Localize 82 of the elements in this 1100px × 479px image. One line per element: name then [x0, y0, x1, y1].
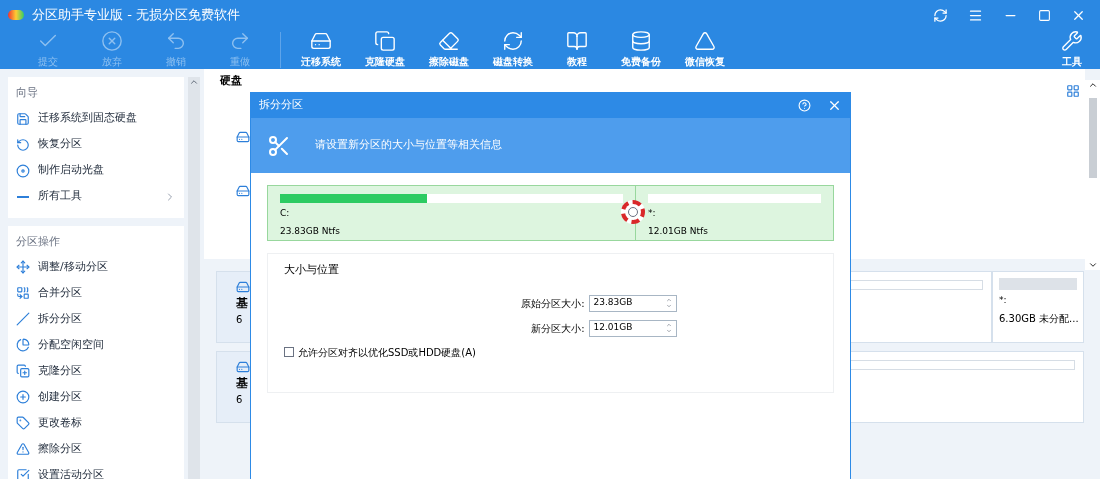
field-label: 新分区大小:: [530, 321, 585, 336]
toolbar-button[interactable]: 磁盘转换: [481, 30, 545, 69]
toolbar-button[interactable]: 擦除磁盘: [417, 30, 481, 69]
scroll-up-icon[interactable]: [189, 77, 199, 87]
dialog-title: 拆分分区: [259, 97, 304, 114]
partition-info: 12.01GB Ntfs: [648, 224, 709, 238]
toolbar-button[interactable]: 微信恢复: [673, 30, 737, 69]
group-title: 分区操作: [16, 233, 61, 250]
redo-icon: [229, 30, 251, 52]
sidebar-item[interactable]: 合并分区: [16, 280, 176, 306]
merge-icon: [16, 286, 30, 300]
copy-drives-icon: [374, 30, 396, 52]
group-title: 向导: [16, 85, 39, 101]
maximize-icon[interactable]: [1038, 8, 1051, 22]
menu-icon[interactable]: [968, 7, 983, 23]
partition-info: 6.30GB 未分配...: [999, 311, 1079, 326]
scrollbar[interactable]: [188, 77, 200, 479]
wrench-icon: [1061, 30, 1083, 52]
disk-size: 6: [236, 393, 244, 407]
undo-icon: [165, 30, 187, 52]
sidebar-item[interactable]: 制作启动光盘: [16, 157, 176, 184]
partition-letter: *:: [999, 294, 1007, 307]
size-spinbox[interactable]: 23.83GB: [588, 294, 677, 312]
sidebar-item[interactable]: 拆分分区: [16, 306, 176, 332]
sidebar-item[interactable]: 恢复分区: [16, 131, 176, 158]
help-icon[interactable]: [798, 99, 811, 112]
resize-icon: [16, 260, 30, 274]
clone-icon: [16, 364, 30, 378]
tools-button[interactable]: 工具: [1052, 30, 1092, 69]
close-icon[interactable]: [827, 98, 842, 113]
unallocated-card[interactable]: *: 6.30GB 未分配...: [992, 271, 1084, 343]
sidebar-item[interactable]: 创建分区: [16, 384, 176, 410]
align-checkbox[interactable]: 允许分区对齐以优化SSD或HDD硬盘(A): [284, 344, 817, 360]
sidebar-item[interactable]: 迁移系统到固态硬盘: [16, 105, 176, 132]
book-icon: [566, 30, 588, 52]
scroll-down-icon[interactable]: [1087, 260, 1098, 270]
convert-icon: [502, 30, 524, 52]
toolbar-button[interactable]: 教程: [545, 30, 609, 69]
sidebar-item[interactable]: 克隆分区: [16, 358, 176, 384]
banner-text: 请设置新分区的大小与位置等相关信息: [315, 137, 502, 154]
partition-letter: *:: [648, 207, 657, 220]
sidebar-item[interactable]: 所有工具: [16, 183, 176, 210]
section-title: 大小与位置: [284, 262, 340, 278]
grid-view-icon[interactable]: [1066, 84, 1080, 98]
pie-icon: [16, 338, 30, 352]
sidebar-item[interactable]: 调整/移动分区: [16, 254, 176, 280]
partition-letter: C:: [280, 207, 291, 220]
scroll-thumb[interactable]: [1088, 98, 1097, 178]
size-spinbox[interactable]: 12.01GB: [588, 319, 677, 337]
app-logo-icon: [8, 10, 24, 20]
window-title: 分区助手专业版 - 无损分区免费软件: [32, 6, 240, 25]
scrollbar[interactable]: [1085, 80, 1100, 270]
restore-icon: [16, 137, 30, 152]
toolbar-button[interactable]: 迁移系统: [289, 30, 353, 69]
cancel-icon: [101, 30, 123, 52]
disk-type: 基: [236, 295, 249, 312]
toolbar-button[interactable]: 克隆硬盘: [353, 30, 417, 69]
dash-icon: [17, 195, 29, 198]
partition-segment[interactable]: C: 23.83GB Ntfs: [268, 186, 636, 240]
sidebar-item[interactable]: 擦除分区: [16, 436, 176, 462]
partition-info: 23.83GB Ntfs: [280, 224, 341, 238]
check-box-icon: [16, 468, 30, 479]
tag-icon: [16, 416, 30, 430]
partition-segment[interactable]: *: 12.01GB Ntfs: [636, 186, 833, 240]
triangle-logo-icon: [694, 30, 716, 52]
sidebar-item[interactable]: 分配空闲空间: [16, 332, 176, 358]
drive-icon: [310, 30, 332, 52]
drive-icon: [16, 111, 30, 126]
field-label: 原始分区大小:: [520, 296, 585, 311]
eraser-icon: [438, 30, 460, 52]
panel-header: 硬盘: [220, 73, 243, 89]
scroll-up-icon[interactable]: [1087, 80, 1098, 90]
sidebar-item[interactable]: 设置活动分区: [16, 462, 176, 479]
disk-size: 6: [236, 313, 244, 327]
toolbar-button[interactable]: 免费备份: [609, 30, 673, 69]
disc-icon: [16, 163, 30, 178]
refresh-icon[interactable]: [933, 7, 948, 23]
sidebar-item[interactable]: 更改卷标: [16, 410, 176, 436]
database-icon: [630, 30, 652, 52]
disk-type: 基: [236, 375, 249, 392]
plus-icon: [16, 390, 30, 404]
warning-icon: [16, 442, 30, 456]
